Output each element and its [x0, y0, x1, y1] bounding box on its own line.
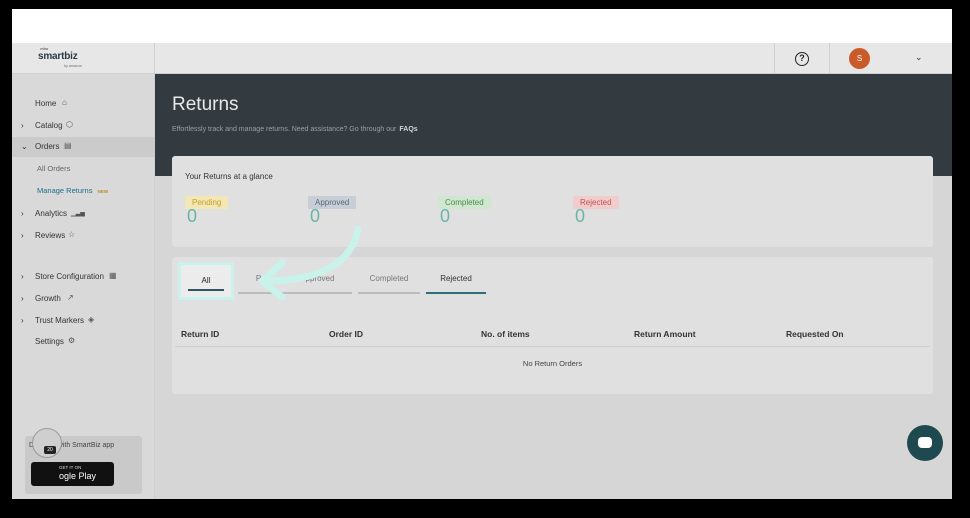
get-it-on-text: GET IT ON	[59, 465, 82, 470]
tab-label: Pen	[255, 274, 271, 283]
stat-count: 0	[310, 206, 321, 226]
sidebar-item-trust-markers[interactable]: › Trust Markers ◈	[12, 311, 155, 331]
chevron-right-icon: ›	[21, 231, 24, 240]
column-header-items: No. of items	[481, 329, 530, 339]
chevron-right-icon: ›	[21, 121, 24, 130]
tab-approved[interactable]: pproved	[288, 274, 352, 294]
trend-up-icon: ↗	[67, 293, 74, 302]
sidebar-item-label: Catalog	[35, 121, 63, 130]
gear-icon: ⚙	[68, 336, 76, 345]
smartbiz-logo[interactable]: mitra smartbiz by amazon	[38, 46, 82, 68]
sidebar-item-settings[interactable]: Settings ⚙	[12, 332, 155, 352]
sidebar-item-label: Orders	[35, 142, 60, 151]
stat-count: 0	[575, 206, 586, 226]
chevron-down-icon: ⌄	[21, 142, 28, 151]
sidebar-item-label: Trust Markers	[35, 316, 85, 325]
stat-pending: Pending 0	[185, 192, 229, 226]
table-header-divider	[175, 346, 930, 347]
top-bar: mitra smartbiz by amazon ? S ⌄	[12, 43, 952, 74]
chevron-right-icon: ›	[21, 272, 24, 281]
sidebar-item-label: Store Configuration	[35, 272, 104, 281]
sidebar-item-label: Settings	[35, 337, 64, 346]
store-icon: ▦	[109, 271, 117, 280]
tab-underline	[188, 289, 224, 291]
column-header-order-id: Order ID	[329, 329, 364, 339]
column-header-requested-on: Requested On	[786, 329, 844, 339]
sidebar-item-store-configuration[interactable]: › Store Configuration ▦	[12, 267, 155, 287]
column-header-return-id: Return ID	[181, 329, 220, 339]
tab-label: Rejected	[440, 274, 472, 283]
tab-rejected[interactable]: Rejected	[426, 274, 486, 294]
sidebar-item-label: Reviews	[35, 231, 66, 240]
column-header-return-amount: Return Amount	[634, 329, 696, 339]
sidebar-item-reviews[interactable]: › Reviews ☆	[12, 226, 155, 246]
new-badge: NEW	[97, 189, 108, 194]
google-play-text: ogle Play	[59, 471, 97, 481]
logo-area[interactable]: mitra smartbiz by amazon	[12, 43, 155, 74]
stat-rejected: Rejected 0	[573, 192, 619, 226]
google-play-button[interactable]: GET IT ON ogle Play	[31, 462, 114, 486]
stat-count: 0	[187, 206, 198, 226]
stat-approved: Approved 0	[308, 192, 357, 226]
stat-completed: Completed 0	[438, 192, 491, 226]
screen-frame: mitra smartbiz by amazon ? S ⌄ Home ⌂ › …	[12, 9, 952, 499]
tab-label: All	[201, 276, 211, 285]
stat-count: 0	[440, 206, 451, 226]
sidebar-subitem-all-orders[interactable]: All Orders	[37, 164, 70, 173]
tab-underline	[358, 292, 420, 294]
tab-completed[interactable]: Completed	[358, 274, 420, 294]
help-icon[interactable]: ?	[795, 52, 809, 66]
logo-by-amazon: by amazon	[64, 63, 82, 68]
sidebar-item-home[interactable]: Home ⌂	[12, 94, 155, 114]
home-icon: ⌂	[62, 98, 67, 107]
sidebar-item-orders[interactable]: ⌄ Orders ▤	[12, 137, 155, 157]
faqs-link[interactable]: FAQs	[399, 126, 417, 133]
trust-badge-icon: ◈	[88, 315, 95, 324]
tab-underline	[288, 292, 352, 294]
page-subtitle: Effortlessly track and manage returns. N…	[172, 126, 418, 133]
chevron-right-icon: ›	[21, 294, 24, 303]
logo-mitra-text: mitra	[40, 46, 48, 51]
browser-top-blank	[12, 9, 952, 43]
clipboard-icon: ▤	[64, 141, 72, 150]
sidebar-item-label: Analytics	[35, 209, 68, 218]
tab-label: Completed	[369, 274, 409, 283]
sidebar-item-label: Growth	[35, 294, 61, 303]
logo-text: smartbiz	[38, 51, 78, 62]
tab-underline	[238, 292, 288, 294]
sidebar-item-catalog[interactable]: › Catalog ⬡	[12, 116, 155, 136]
avatar[interactable]: S	[849, 48, 870, 69]
sidebar-subitem-manage-returns[interactable]: Manage Returns NEW	[37, 186, 108, 195]
subtitle-text: Effortlessly track and manage returns. N…	[172, 126, 397, 133]
bar-chart-icon: ▁▃▅	[71, 211, 85, 217]
smartbiz-app: mitra smartbiz by amazon ? S ⌄ Home ⌂ › …	[12, 43, 952, 499]
sidebar-item-analytics[interactable]: › Analytics ▁▃▅	[12, 204, 155, 224]
page-title: Returns	[172, 94, 239, 115]
chevron-right-icon: ›	[21, 209, 24, 218]
chevron-down-icon[interactable]: ⌄	[915, 52, 923, 63]
chevron-right-icon: ›	[21, 316, 24, 325]
returns-glance-card: Your Returns at a glance Pending 0 Appro…	[172, 156, 933, 247]
tab-pending[interactable]: Pen	[238, 274, 288, 294]
chat-bubble-icon	[918, 437, 932, 448]
cursor-highlight-circle: 20	[32, 428, 62, 458]
notification-count-badge: 20	[44, 446, 56, 454]
star-icon: ☆	[68, 230, 76, 239]
sidebar-item-growth[interactable]: › Growth ↗	[12, 289, 155, 309]
help-area[interactable]: ?	[774, 43, 830, 74]
sidebar-item-label: Home	[35, 99, 57, 108]
manage-returns-label: Manage Returns	[37, 186, 93, 195]
tab-label: pproved	[305, 274, 335, 283]
tab-all[interactable]: All	[178, 262, 234, 300]
chat-button[interactable]	[907, 425, 943, 461]
main-content: Returns Effortlessly track and manage re…	[155, 74, 952, 499]
empty-state-text: No Return Orders	[522, 359, 583, 368]
glance-title: Your Returns at a glance	[185, 172, 273, 181]
box-icon: ⬡	[66, 120, 73, 129]
returns-table-card: Pen pproved Completed Rejected All Retur…	[172, 257, 933, 394]
tab-underline	[426, 292, 486, 294]
